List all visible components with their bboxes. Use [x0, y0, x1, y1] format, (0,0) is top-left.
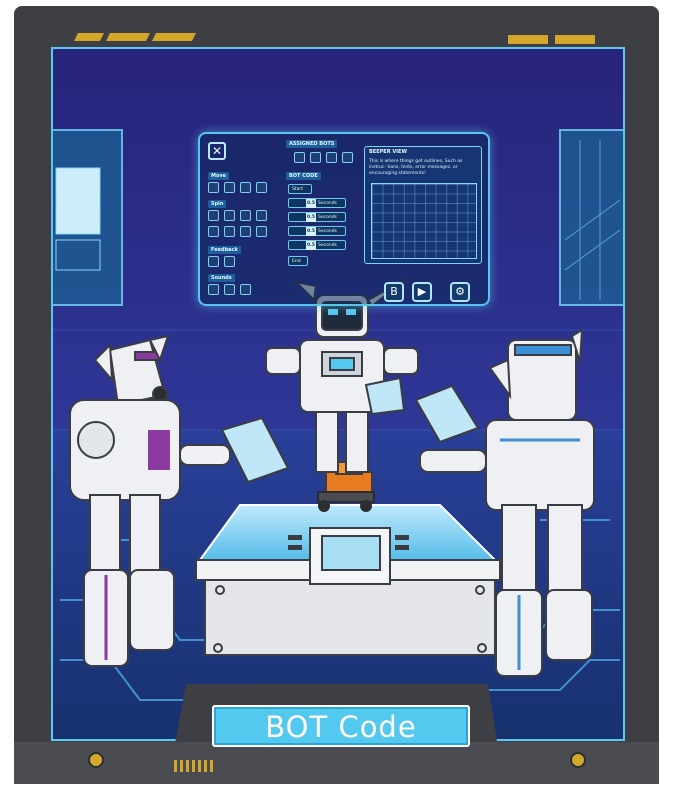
title-plate: BOT Code: [212, 705, 470, 747]
spin-block-4[interactable]: [256, 210, 267, 221]
spin-block-3[interactable]: [240, 210, 251, 221]
spin-block-8[interactable]: [256, 226, 267, 237]
assigned-bots-label: ASSIGNED BOTS: [286, 140, 338, 148]
scene-art: [14, 6, 659, 784]
game-screen: ✕ ASSIGNED BOTS Move Spin Feedback Sound…: [0, 0, 673, 791]
spin-block-1[interactable]: [208, 210, 219, 221]
spin-block-7[interactable]: [240, 226, 251, 237]
code-row-1[interactable]: 0.5 Seconds: [288, 198, 346, 208]
play-icon[interactable]: ▶: [412, 282, 432, 302]
spin-block-5[interactable]: [208, 226, 219, 237]
beeper-view-message: This is where things get outlines, Such …: [369, 159, 463, 176]
bottom-frame-strip: [14, 742, 659, 784]
spin-block-2[interactable]: [224, 210, 235, 221]
feedback-block-1[interactable]: [208, 256, 219, 267]
gold-light-right: [570, 752, 586, 768]
move-label: Move: [208, 172, 230, 180]
move-block-2[interactable]: [224, 182, 235, 193]
code-row-3[interactable]: 0.5 Seconds: [288, 226, 346, 236]
back-icon[interactable]: B: [384, 282, 404, 302]
sound-block-3[interactable]: [240, 284, 251, 295]
feedback-block-2[interactable]: [224, 256, 235, 267]
move-block-4[interactable]: [256, 182, 267, 193]
code-row-4[interactable]: 0.5 Seconds: [288, 240, 346, 250]
spin-label: Spin: [208, 200, 227, 208]
bot-slot-4[interactable]: [342, 152, 353, 163]
game-title: BOT Code: [265, 710, 417, 744]
move-block-1[interactable]: [208, 182, 219, 193]
left-holo-screen: [51, 129, 123, 306]
start-block[interactable]: Start: [288, 184, 312, 194]
feedback-label: Feedback: [208, 246, 241, 254]
sound-block-1[interactable]: [208, 284, 219, 295]
control-table: [195, 504, 501, 656]
bot-slot-2[interactable]: [310, 152, 321, 163]
sound-block-2[interactable]: [224, 284, 235, 295]
bot-code-label: BOT CODE: [286, 172, 321, 180]
sounds-label: Sounds: [208, 274, 235, 282]
beeper-view-title: BEEPER VIEW: [369, 149, 407, 155]
bot-code-panel: ✕ ASSIGNED BOTS Move Spin Feedback Sound…: [198, 132, 490, 306]
right-holo-screen: [559, 129, 625, 306]
robot-icon[interactable]: ⚙: [450, 282, 470, 302]
move-block-3[interactable]: [240, 182, 251, 193]
code-row-2[interactable]: 0.5 Seconds: [288, 212, 346, 222]
gold-light-left: [88, 752, 104, 768]
bot-slot-3[interactable]: [326, 152, 337, 163]
beeper-view: BEEPER VIEW This is where things get out…: [364, 146, 482, 264]
spin-block-6[interactable]: [224, 226, 235, 237]
end-block[interactable]: End: [288, 256, 308, 266]
bot-slot-1[interactable]: [294, 152, 305, 163]
close-icon[interactable]: ✕: [208, 142, 226, 160]
beeper-grid: [371, 183, 477, 259]
